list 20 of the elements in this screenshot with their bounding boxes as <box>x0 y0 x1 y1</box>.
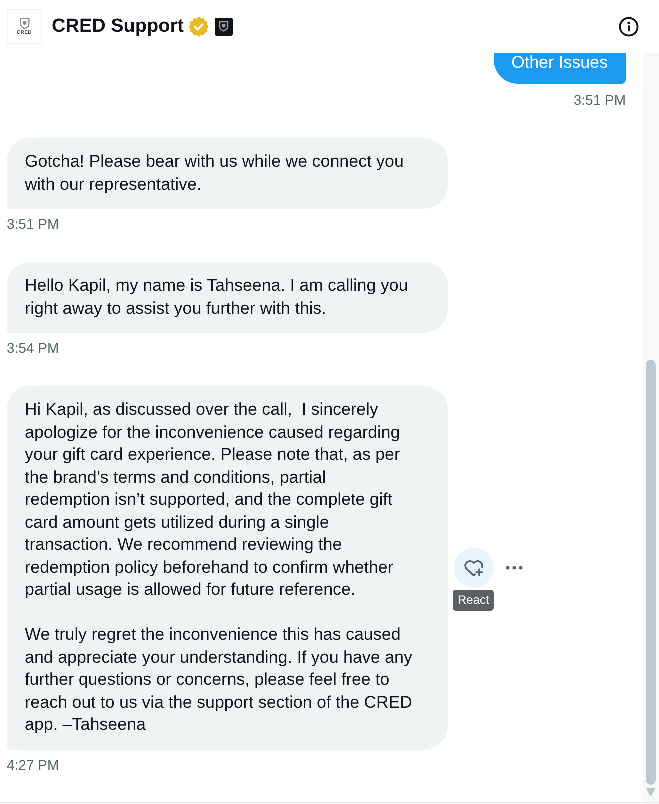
heart-plus-icon <box>464 558 484 577</box>
message-time: 3:54 PM <box>7 340 60 356</box>
scroll-down-icon[interactable] <box>646 788 656 797</box>
message-bubble: Gotcha! Please bear with us while we connect you with our representative. <box>7 138 448 209</box>
message-bubble: Hello Kapil, my name is Tahseena. I am calling you right away to assist you further with this. <box>7 262 448 333</box>
chat-title: CRED Support <box>52 14 184 38</box>
shield-icon <box>20 18 30 28</box>
message-time: 3:51 PM <box>574 92 626 108</box>
message-bubble: Hi Kapil, as discussed over the call, I sincerely apologize for the inconvenience caused regarding your gift card experience. Please note that, as per the brand’s terms and conditions, partial redemption isn’t supported, and the complete gift card amount gets utilized during a single transaction. We recommend reviewing the redemption policy beforehand to confirm whether partial usage is allowed for future reference. We truly regret the inconvenience this has caused and appreciate your understanding. If you have any further questions or concerns, please feel free to reach out to us via the support section of the CRED app. –Tahseena <box>7 386 448 750</box>
message-time: 4:27 PM <box>7 756 60 772</box>
info-icon <box>619 16 639 36</box>
scrollbar-track[interactable] <box>643 53 659 802</box>
message-time: 3:51 PM <box>7 216 60 232</box>
react-button[interactable] <box>454 548 494 588</box>
scrollbar-thumb[interactable] <box>646 360 656 785</box>
more-icon <box>506 566 522 570</box>
info-button[interactable] <box>619 16 639 36</box>
shield-badge-icon <box>214 18 233 36</box>
tooltip: React <box>453 590 494 611</box>
message-bubble: Other Issues <box>494 53 626 84</box>
